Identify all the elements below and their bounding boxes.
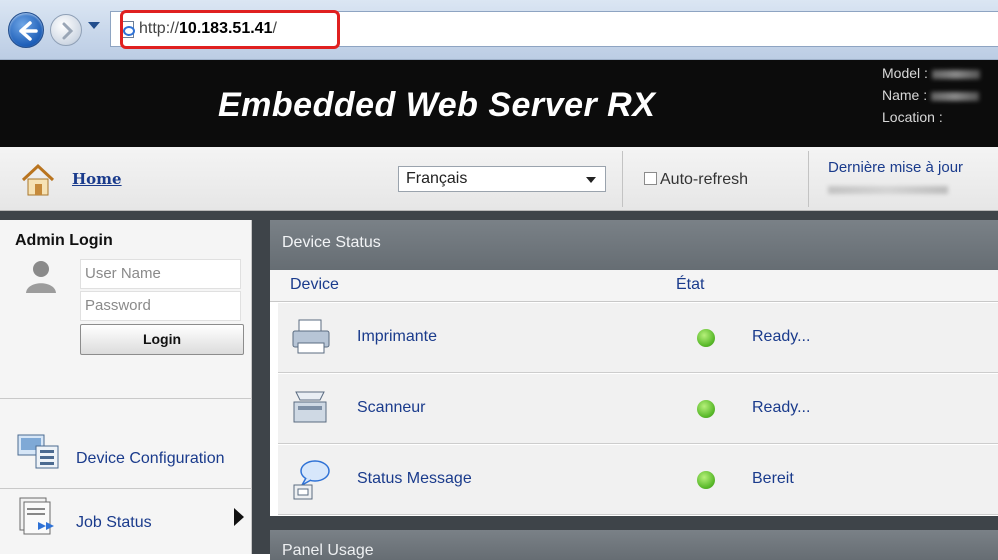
device-name[interactable]: Imprimante: [357, 328, 437, 346]
device-configuration-icon: [17, 434, 59, 469]
sidebar-item-job-status[interactable]: Job Status: [16, 496, 252, 544]
col-device: Device: [290, 276, 339, 293]
device-state: Ready...: [752, 399, 811, 416]
toolbar-divider: [808, 151, 809, 207]
device-status-panel: Device Status Device État Imprimante Rea…: [270, 220, 998, 516]
last-update-value-redacted: [828, 186, 948, 194]
device-state: Ready...: [752, 328, 811, 345]
top-toolbar: Home Français Auto-refresh Dernière mise…: [0, 147, 998, 211]
home-icon[interactable]: [20, 162, 56, 198]
chevron-down-icon: [586, 177, 596, 183]
job-status-icon: [19, 497, 54, 535]
sidebar-divider: [0, 488, 252, 489]
device-status-header-row: Device État: [270, 270, 998, 302]
toolbar-divider: [622, 151, 623, 207]
model-label: Model :: [882, 65, 928, 81]
home-link[interactable]: Home: [72, 170, 122, 188]
status-message-icon: [293, 460, 330, 500]
name-label: Name :: [882, 87, 928, 103]
model-value-redacted: [931, 69, 980, 79]
history-dropdown-icon[interactable]: [88, 22, 100, 29]
sidebar-item-label: Device Configuration: [76, 450, 225, 467]
table-row[interactable]: Imprimante Ready...: [278, 303, 998, 373]
username-placeholder: User Name: [85, 265, 161, 282]
page-title: Embedded Web Server RX: [218, 86, 656, 124]
device-name[interactable]: Scanneur: [357, 399, 426, 417]
language-select[interactable]: Français: [398, 166, 606, 192]
last-update-label: Dernière mise à jour: [828, 159, 964, 176]
forward-arrow-icon: [62, 22, 74, 40]
expand-arrow-icon[interactable]: [234, 508, 244, 526]
location-label: Location :: [882, 109, 943, 125]
password-placeholder: Password: [85, 297, 151, 314]
table-row[interactable]: Status Message Bereit: [278, 445, 998, 515]
scanner-icon: [293, 391, 327, 423]
admin-login-title: Admin Login: [15, 232, 113, 249]
login-button[interactable]: Login: [80, 324, 244, 355]
back-button[interactable]: [8, 12, 44, 48]
sidebar-divider: [0, 398, 252, 399]
printer-icon: [292, 319, 330, 354]
name-value-redacted: [931, 91, 980, 101]
auto-refresh-label: Auto-refresh: [660, 171, 749, 188]
table-row[interactable]: Scanneur Ready...: [278, 374, 998, 444]
header-banner: Embedded Web Server RX Model : Name : Lo…: [0, 60, 998, 147]
sidebar-item-device-configuration[interactable]: Device Configuration: [16, 432, 252, 480]
panel-usage-header: Panel Usage: [270, 530, 998, 560]
language-selected: Français: [406, 170, 468, 187]
password-field[interactable]: Password: [80, 291, 241, 321]
back-arrow-icon: [19, 21, 38, 41]
user-avatar-icon: [26, 261, 56, 293]
status-ok-icon: [697, 329, 715, 347]
browser-toolbar: http://10.183.51.41/: [0, 0, 998, 60]
device-info: Model : Name : Location :: [882, 62, 980, 128]
device-state: Bereit: [752, 470, 794, 487]
forward-button[interactable]: [50, 14, 82, 46]
status-ok-icon: [697, 400, 715, 418]
sidebar-item-label: Job Status: [76, 514, 152, 531]
username-field[interactable]: User Name: [80, 259, 241, 289]
sidebar: Admin Login User Name Password Login Dev…: [0, 220, 252, 554]
device-status-title: Device Status: [270, 220, 998, 270]
device-name[interactable]: Status Message: [357, 470, 472, 488]
panel-usage-title: Panel Usage: [282, 542, 374, 559]
url-highlight-box: [120, 10, 340, 49]
auto-refresh-checkbox[interactable]: [644, 172, 657, 185]
status-ok-icon: [697, 471, 715, 489]
last-update: Dernière mise à jour: [828, 159, 963, 194]
col-state: État: [676, 276, 705, 293]
auto-refresh-toggle[interactable]: Auto-refresh: [644, 171, 748, 189]
